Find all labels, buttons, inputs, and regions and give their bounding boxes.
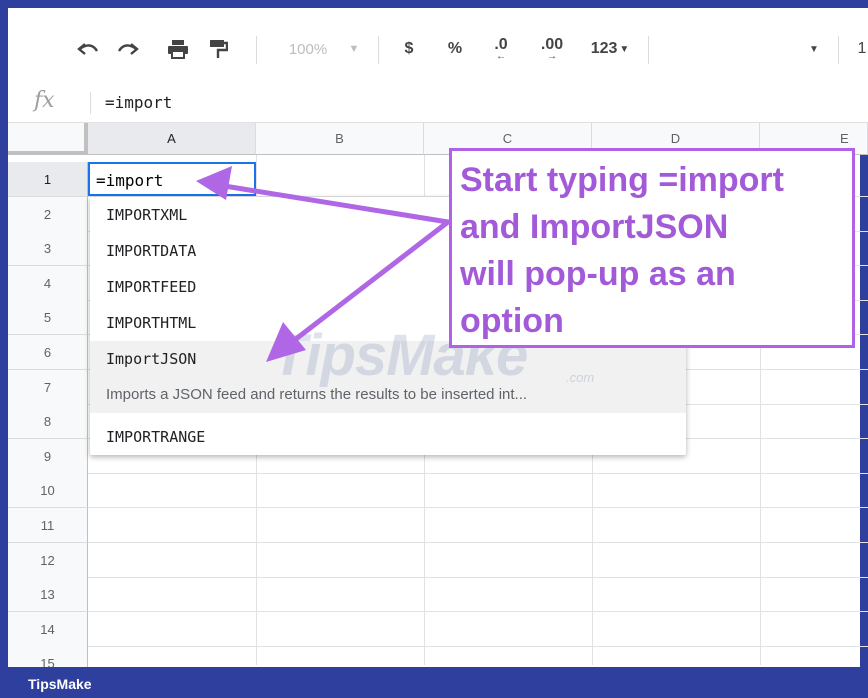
arrow-to-importjson: [289, 219, 451, 345]
footer-banner: TipsMake: [0, 667, 868, 698]
annotation-arrows: [196, 166, 451, 362]
arrowhead-icon: [266, 322, 306, 362]
arrow-to-active-cell: [209, 181, 451, 225]
arrowhead-icon: [196, 166, 232, 200]
footer-brand: TipsMake: [28, 676, 92, 692]
